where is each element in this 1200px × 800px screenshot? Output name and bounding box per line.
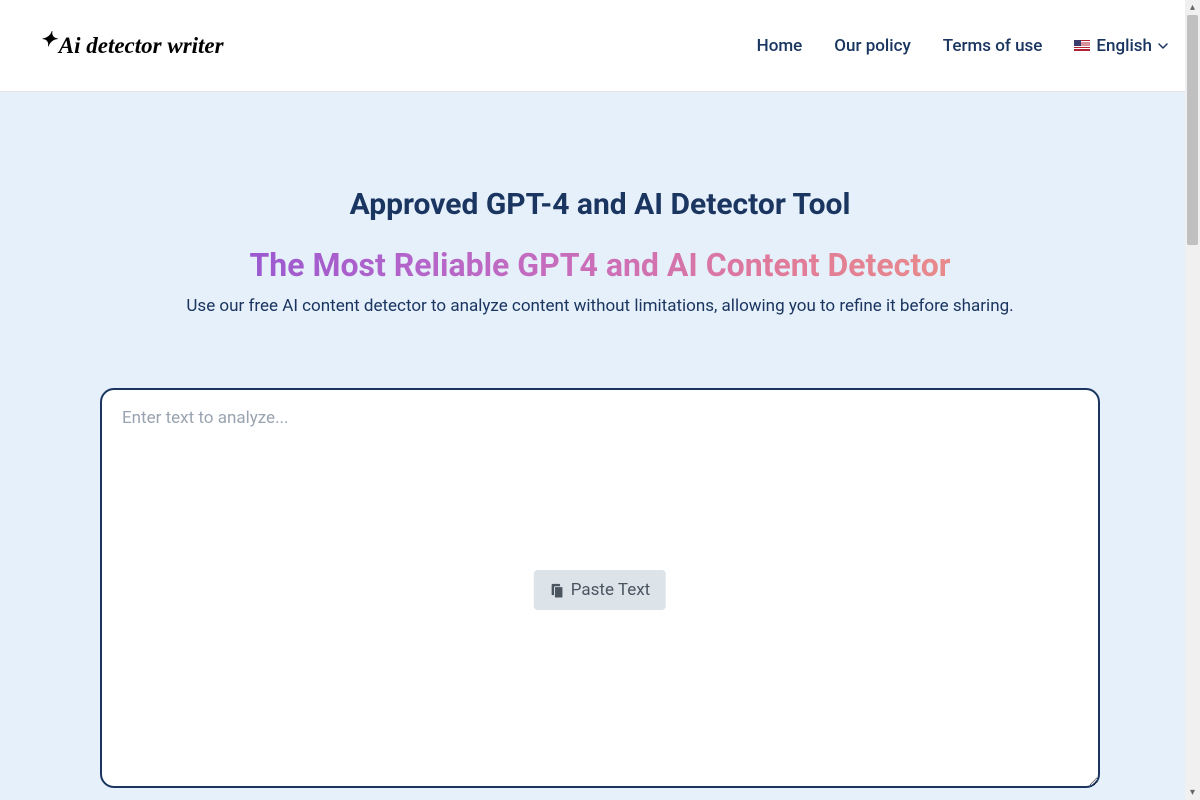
nav-policy[interactable]: Our policy [834,36,910,56]
language-label: English [1096,36,1152,56]
us-flag-icon [1074,40,1090,51]
scrollbar-thumb[interactable] [1187,15,1198,245]
nav-terms[interactable]: Terms of use [943,36,1043,56]
paste-button-label: Paste Text [571,580,650,600]
paste-text-button[interactable]: Paste Text [534,570,666,610]
chevron-down-icon [1158,41,1168,51]
page-subtitle: Approved GPT-4 and AI Detector Tool [0,187,1200,222]
scroll-down-icon[interactable]: ▾ [1185,785,1200,800]
logo-text: Ai detector writer [59,33,224,59]
page-title: The Most Reliable GPT4 and AI Content De… [249,246,950,284]
sparkle-icon: ✦ [40,27,57,52]
site-logo[interactable]: ✦ Ai detector writer [40,33,224,59]
site-header: ✦ Ai detector writer Home Our policy Ter… [0,0,1200,92]
main-content: Approved GPT-4 and AI Detector Tool The … [0,92,1200,792]
nav-home[interactable]: Home [757,36,803,56]
paste-icon [550,582,565,598]
scrollbar[interactable]: ▴ ▾ [1185,0,1200,800]
page-description: Use our free AI content detector to anal… [0,296,1200,316]
textarea-container: Paste Text [100,388,1100,792]
language-selector[interactable]: English [1074,36,1168,56]
main-nav: Home Our policy Terms of use English [757,36,1168,56]
scroll-up-icon[interactable]: ▴ [1185,0,1200,15]
